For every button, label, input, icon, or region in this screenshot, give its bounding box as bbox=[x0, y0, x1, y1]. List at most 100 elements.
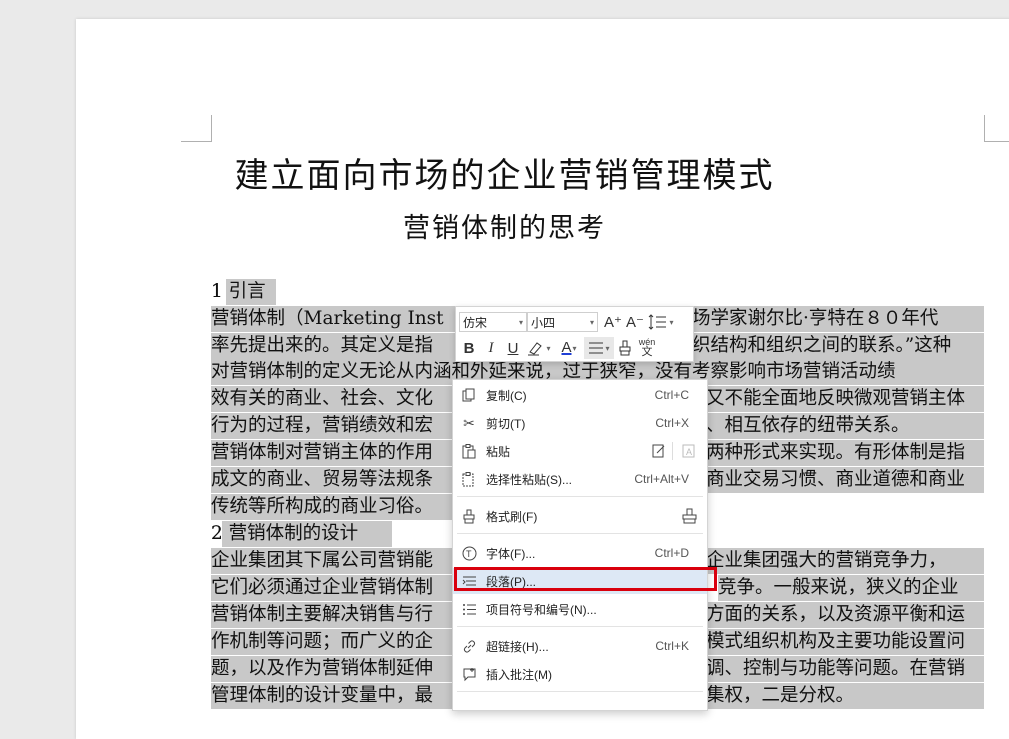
margin-corner-top-right bbox=[984, 115, 1009, 142]
line-text: 营销体制主要解决销售与行 bbox=[211, 604, 434, 625]
format-painter-button[interactable] bbox=[614, 337, 636, 359]
menu-separator bbox=[457, 496, 703, 497]
line-text: 营销体制（Marketing Inst bbox=[211, 308, 444, 329]
shrink-font-button[interactable]: A⁻ bbox=[624, 311, 646, 333]
italic-icon: I bbox=[488, 339, 494, 356]
body-line-right: 模式组织机构及主要功能设置问 bbox=[706, 629, 984, 655]
menu-item-shortcut: Ctrl+Alt+V bbox=[634, 472, 689, 486]
chevron-down-icon: ▾ bbox=[589, 317, 594, 327]
menu-separator bbox=[457, 691, 703, 692]
menu-item-copy[interactable]: 复制(C) Ctrl+C bbox=[453, 382, 707, 408]
line-text: 企业集团强大的营销竞争力， bbox=[706, 550, 947, 571]
line-text: 它们必须通过企业营销体制 bbox=[211, 577, 434, 598]
line-text: 、相互依存的纽带关系。 bbox=[706, 415, 910, 436]
menu-item-label: 插入批注(M) bbox=[486, 667, 552, 682]
align-justify-icon bbox=[589, 342, 604, 354]
line-text: 传统等所构成的商业习俗。 bbox=[211, 496, 434, 517]
align-button[interactable]: ▾ bbox=[584, 337, 614, 359]
context-menu: 复制(C) Ctrl+C ✂ 剪切(T) Ctrl+X 粘贴 A 选择性粘贴(S… bbox=[452, 379, 708, 711]
line-text: 营销体制对营销主体的作用 bbox=[211, 442, 434, 463]
body-line: 题，以及作为营销体制延伸 bbox=[211, 656, 452, 682]
body-line-right: 场学家谢尔比·亨特在８０年代 bbox=[692, 306, 984, 332]
font-name-select[interactable]: 仿宋 ▾ bbox=[459, 312, 527, 332]
underline-button[interactable]: U bbox=[502, 337, 524, 359]
menu-item-font[interactable]: T 字体(F)... Ctrl+D bbox=[453, 540, 707, 566]
font-size-select[interactable]: 小四 ▾ bbox=[527, 312, 598, 332]
line-text: 2 营销体制的设计 bbox=[211, 523, 359, 544]
body-line-right: 又不能全面地反映微观营销主体 bbox=[706, 386, 984, 412]
body-line-right: 商业交易习惯、商业道德和商业 bbox=[706, 467, 984, 493]
chevron-down-icon: ▾ bbox=[572, 343, 577, 353]
grow-font-icon: A⁺ bbox=[604, 314, 622, 331]
menu-item-label: 选择性粘贴(S)... bbox=[486, 472, 572, 487]
menu-item-shortcut: Ctrl+K bbox=[655, 639, 689, 653]
menu-item-insert-comment[interactable]: 插入批注(M) bbox=[453, 661, 707, 687]
body-line: 作机制等问题；而广义的企 bbox=[211, 629, 452, 655]
shrink-font-icon: A⁻ bbox=[626, 314, 644, 331]
line-text: 织结构和组织之间的联系。”这种 bbox=[692, 335, 952, 356]
body-line: 营销体制主要解决销售与行 bbox=[211, 602, 452, 628]
body-line-right: 两种形式来实现。有形体制是指 bbox=[706, 440, 984, 466]
separator-vertical bbox=[672, 442, 673, 460]
body-line: 成文的商业、贸易等法规条 bbox=[211, 467, 452, 493]
grow-font-button[interactable]: A⁺ bbox=[602, 311, 624, 333]
menu-item-paste[interactable]: 粘贴 A bbox=[453, 438, 707, 464]
line-spacing-button[interactable]: ▾ bbox=[646, 311, 676, 333]
body-line: 它们必须通过企业营销体制 bbox=[211, 575, 452, 601]
menu-item-paste-special[interactable]: 选择性粘贴(S)... Ctrl+Alt+V bbox=[453, 466, 707, 492]
body-line: 企业集团其下属公司营销能 bbox=[211, 548, 452, 574]
font-name-value: 仿宋 bbox=[463, 315, 488, 330]
svg-text:A: A bbox=[686, 447, 692, 457]
format-painter-side-icon[interactable] bbox=[681, 507, 699, 525]
menu-item-label: 项目符号和编号(N)... bbox=[486, 602, 597, 617]
copy-icon bbox=[460, 386, 478, 404]
font-color-icon: A bbox=[561, 339, 572, 356]
highlight-button[interactable]: ▾ bbox=[524, 337, 554, 359]
body-line: 营销体制对营销主体的作用 bbox=[211, 440, 452, 466]
pinyin-guide-button[interactable]: wén 文 bbox=[636, 337, 658, 359]
document-subtitle: 营销体制的思考 bbox=[403, 213, 606, 244]
body-line: 率先提出来的。其定义是指 bbox=[211, 333, 456, 359]
line-text: 两种形式来实现。有形体制是指 bbox=[706, 442, 966, 463]
menu-item-cut[interactable]: ✂ 剪切(T) Ctrl+X bbox=[453, 410, 707, 436]
menu-separator bbox=[457, 533, 703, 534]
paste-special-icon bbox=[460, 470, 478, 488]
line-text: 行为的过程，营销绩效和宏 bbox=[211, 415, 434, 436]
menu-item-label: 格式刷(F) bbox=[486, 509, 538, 524]
paste-keep-format-icon[interactable] bbox=[651, 443, 667, 459]
comment-icon bbox=[460, 665, 478, 683]
bold-button[interactable]: B bbox=[458, 337, 480, 359]
body-line-right: 织结构和组织之间的联系。”这种 bbox=[692, 333, 984, 359]
body-line-right: 竞争。一般来说，狭义的企业 bbox=[718, 575, 984, 601]
floating-format-toolbar: 仿宋 ▾ 小四 ▾ A⁺ A⁻ ▾ B I U ▾ A ▾ ▾ wén 文 bbox=[455, 306, 694, 362]
line-text: 模式组织机构及主要功能设置问 bbox=[706, 631, 966, 652]
line-text: 调、控制与功能等问题。在营销 bbox=[706, 658, 966, 679]
body-line: 传统等所构成的商业习俗。 bbox=[211, 494, 452, 520]
list-icon bbox=[460, 600, 478, 618]
line-text: 作机制等问题；而广义的企 bbox=[211, 631, 434, 652]
body-line: 营销体制（Marketing Inst bbox=[211, 306, 456, 332]
heading-design-overlay: 2 营销体制的设计 bbox=[211, 521, 358, 547]
document-title: 建立面向市场的企业营销管理模式 bbox=[234, 156, 775, 196]
underline-icon: U bbox=[507, 339, 519, 357]
chevron-down-icon: ▾ bbox=[546, 343, 551, 353]
menu-item-label: 超链接(H)... bbox=[486, 639, 549, 654]
paste-text-only-icon[interactable]: A bbox=[681, 443, 697, 459]
line-text: 又不能全面地反映微观营销主体 bbox=[706, 388, 966, 409]
link-icon bbox=[460, 637, 478, 655]
menu-item-format-painter[interactable]: 格式刷(F) bbox=[453, 503, 707, 529]
menu-item-shortcut: Ctrl+X bbox=[655, 416, 689, 430]
line-text: 率先提出来的。其定义是指 bbox=[211, 335, 434, 356]
font-color-button[interactable]: A ▾ bbox=[554, 337, 584, 359]
italic-button[interactable]: I bbox=[480, 337, 502, 359]
highlighter-icon bbox=[528, 342, 543, 356]
menu-item-bullets-numbering[interactable]: 项目符号和编号(N)... bbox=[453, 596, 707, 622]
line-text: 场学家谢尔比·亨特在８０年代 bbox=[692, 308, 939, 329]
line-text: 集权，二是分权。 bbox=[706, 685, 855, 706]
chevron-down-icon: ▾ bbox=[605, 343, 610, 353]
margin-corner-top-left bbox=[181, 115, 212, 142]
menu-item-hyperlink[interactable]: 超链接(H)... Ctrl+K bbox=[453, 633, 707, 659]
paste-icon bbox=[460, 442, 478, 460]
menu-item-label: 粘贴 bbox=[486, 444, 511, 459]
format-painter-icon bbox=[460, 507, 478, 525]
